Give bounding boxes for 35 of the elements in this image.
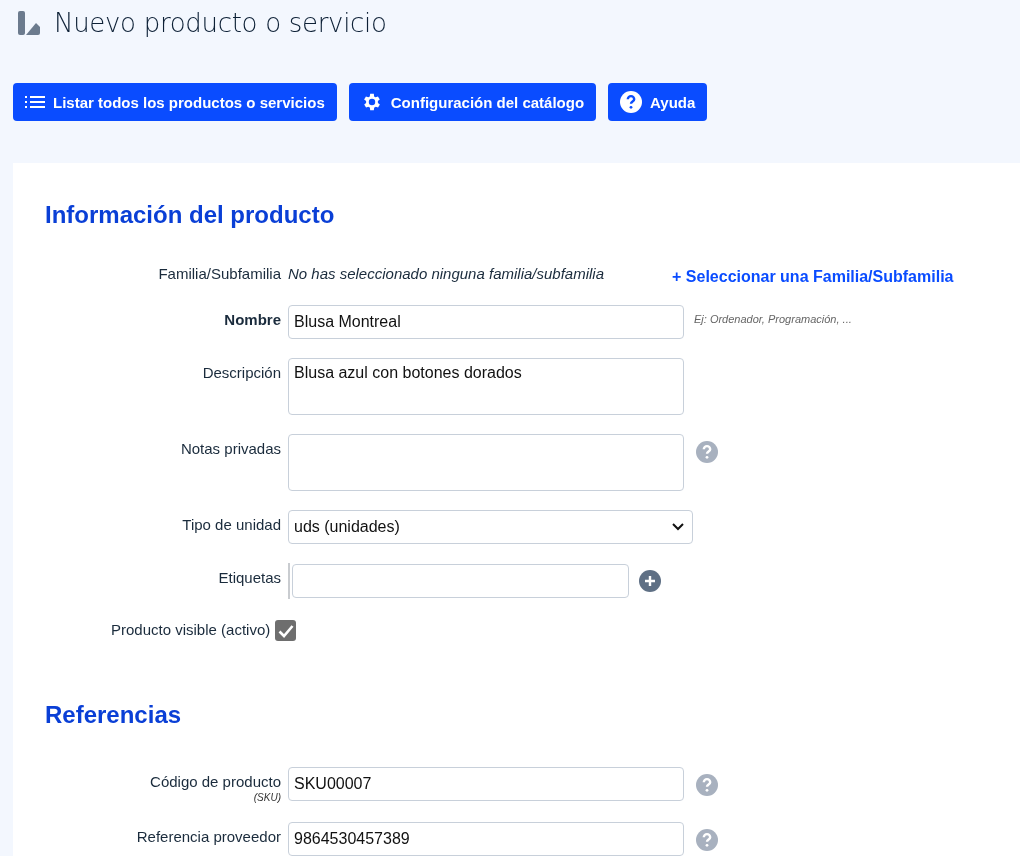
tags-input[interactable]: [292, 564, 629, 598]
help-icon[interactable]: [696, 774, 718, 796]
field-hint: Ej: Ordenador, Programación, ...: [694, 312, 852, 325]
unit-dropdown[interactable]: uds (unidades): [288, 510, 693, 544]
page-title: Nuevo producto o servicio: [54, 8, 387, 38]
visible-checkbox[interactable]: [275, 620, 297, 641]
toolbar-button[interactable]: Configuración del catálogo: [348, 83, 597, 121]
toolbar-button[interactable]: Listar todos los productos o servicios: [13, 83, 337, 121]
logo-icon: [18, 11, 40, 35]
help-icon[interactable]: [696, 829, 718, 851]
section-title: Referencias: [45, 701, 183, 729]
chevron-down-icon: [672, 523, 684, 531]
add-icon[interactable]: [639, 570, 661, 592]
section-title: Información del producto: [45, 201, 336, 229]
textarea-field[interactable]: [288, 434, 684, 491]
field-label: Etiquetas: [217, 568, 281, 586]
textarea-field[interactable]: Blusa azul con botones dorados: [288, 358, 684, 415]
field-sublabel: (SKU): [253, 792, 281, 803]
help-icon[interactable]: [696, 441, 718, 463]
field-label: Notas privadas: [179, 439, 281, 457]
field-label: Familia/Subfamilia: [157, 264, 281, 282]
field-label: Código de producto: [150, 772, 281, 790]
text-input[interactable]: Blusa Montreal: [288, 305, 684, 339]
text-input[interactable]: 9864530457389: [288, 822, 684, 856]
select-family-link[interactable]: + Seleccionar una Familia/Subfamilia: [672, 259, 954, 286]
field-label: Descripción: [201, 363, 281, 381]
family-value: No has seleccionado ninguna familia/subfamilia: [288, 264, 605, 282]
help-icon: [620, 91, 643, 113]
list-icon: [25, 95, 45, 109]
checkbox-label: Producto visible (activo): [111, 621, 271, 638]
field-label: Nombre: [223, 310, 281, 328]
field-label: Tipo de unidad: [181, 515, 281, 533]
text-input[interactable]: SKU00007: [288, 767, 684, 801]
toolbar-button[interactable]: Ayuda: [608, 83, 708, 121]
field-label: Referencia proveedor: [135, 827, 281, 845]
